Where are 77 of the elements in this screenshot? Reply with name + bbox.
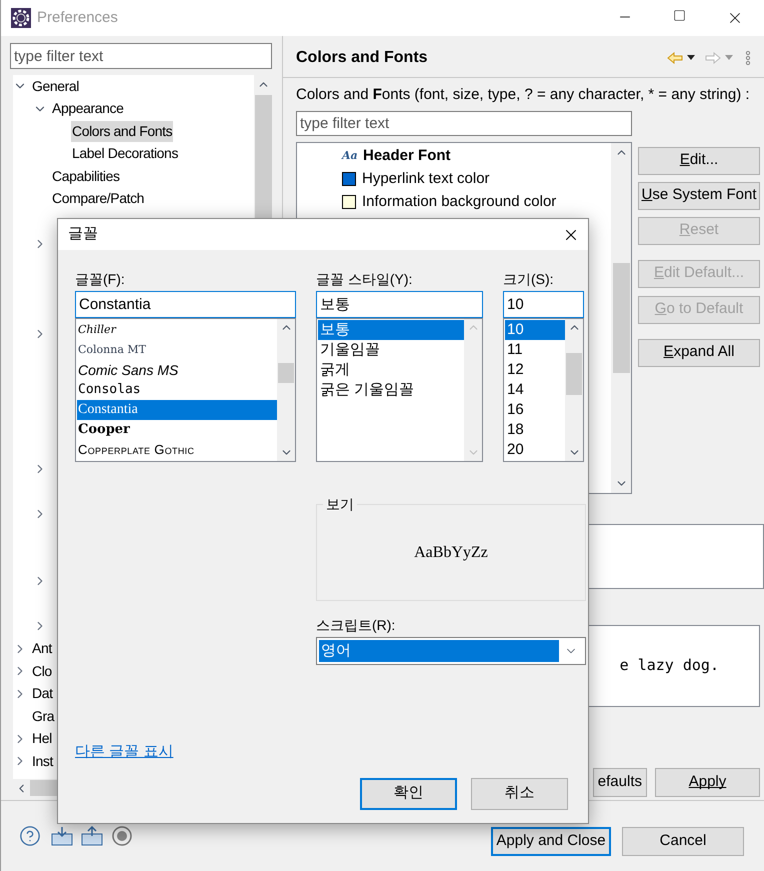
tree-item[interactable]: Compare/Patch [51,188,146,210]
ok-button[interactable]: 확인 [360,778,457,810]
font-list[interactable]: Chiller Colonna MT Comic Sans MS Consolas Constantia Cooper Copperplate Gothic [75,318,296,462]
preview-text: e lazy dog. [620,655,719,676]
size-list-item[interactable]: 11 [505,340,565,360]
size-list-item[interactable]: 12 [505,360,565,380]
tree-item[interactable]: Dat [31,683,54,704]
size-list-item[interactable]: 18 [505,420,565,440]
tree-item[interactable]: Capabilities [51,166,121,187]
apply-and-close-button[interactable]: Apply and Close [491,826,611,856]
help-icon[interactable] [19,825,41,847]
restore-defaults-button[interactable]: efaults [592,768,647,796]
font-list-item[interactable]: Comic Sans MS [77,360,277,380]
size-list-item[interactable]: 10 [505,320,565,340]
dropdown-caret-icon[interactable] [687,55,695,60]
more-fonts-link[interactable]: 다른 글꼴 표시 [75,741,174,764]
font-list-item[interactable]: Cooper [77,420,277,440]
field-label: 크기(S): [503,270,555,289]
dialog-button[interactable]: Expand All [638,338,760,366]
scrollbar[interactable] [611,142,631,492]
list-item[interactable]: Header Font [363,144,451,168]
scrollbar-thumb[interactable] [612,262,630,372]
style-list-item[interactable]: 보통 [318,320,464,340]
more-options-icon[interactable] [745,50,751,64]
filter-label: Colors and Fonts (font, size, type, ? = any character, * = any string) : [296,85,751,105]
record-icon[interactable] [111,825,133,847]
list-item[interactable]: Hyperlink text color [362,168,490,190]
page-title: Colors and Fonts [296,48,428,68]
font-style-list[interactable]: 보통 기울임꼴 굵게 굵은 기울임꼴 [316,318,483,462]
tree-item[interactable]: Inst [31,750,54,772]
maximize-icon[interactable] [673,9,686,22]
dialog-button[interactable]: Use System Font [638,182,760,210]
size-list-item[interactable]: 14 [505,380,565,400]
tree-item[interactable]: Hel [31,728,53,750]
font-list-item[interactable]: Consolas [77,380,277,400]
font-list-item[interactable]: Colonna MT [77,340,277,360]
font-list-item[interactable]: Chiller [77,320,277,340]
font-style-field[interactable]: 보통 [316,291,483,318]
size-list-item[interactable]: 20 [505,440,565,460]
dialog-title: 글꼴 [68,224,98,244]
field-label: 스크립트(R): [316,616,396,635]
apply-button[interactable]: Apply [655,768,760,796]
style-list-item[interactable]: 굵게 [318,360,464,380]
font-name-field[interactable]: Constantia [75,291,296,318]
font-icon: Aa [342,148,357,164]
font-sample-text: AaBbYyZz [414,542,488,562]
font-list-item[interactable]: Copperplate Gothic [77,440,277,460]
import-icon[interactable] [51,826,73,846]
app-gear-icon [10,7,32,29]
tree-item[interactable]: Gra [31,706,56,727]
filter-field[interactable]: type filter text [10,43,272,69]
font-size-field[interactable]: 10 [503,291,584,318]
dialog-button[interactable]: Edit... [638,146,760,174]
export-icon[interactable] [81,826,103,846]
style-list-item[interactable]: 굵은 기울임꼴 [318,380,464,400]
font-size-list[interactable]: 10 11 12 14 16 18 20 [503,318,584,462]
tree-item[interactable]: Ant [31,638,53,660]
field-label: 글꼴 스타일(Y): [316,270,414,289]
font-list-item[interactable]: Constantia [77,400,277,420]
style-list-item[interactable]: 기울임꼴 [318,340,464,360]
tree-item[interactable]: Colors and Fonts [71,120,174,142]
tree-item[interactable]: Clo [31,660,53,682]
cancel-button[interactable]: 취소 [471,778,568,810]
window-title: Preferences [37,8,118,28]
script-dropdown[interactable]: 영어 [316,637,586,665]
scrollbar-thumb[interactable] [278,363,294,383]
list-item[interactable]: Information background color [362,190,556,214]
scrollbar[interactable] [277,319,295,461]
size-list-item[interactable]: 16 [505,400,565,420]
tree-item[interactable]: Appearance [51,98,125,120]
scrollbar[interactable] [565,319,583,461]
filter-field[interactable]: type filter text [296,110,632,136]
tree-item[interactable]: General [31,76,80,97]
tree-item[interactable]: Label Decorations [71,143,180,164]
scrollbar-thumb[interactable] [566,353,582,395]
field-label: 글꼴(F): [75,270,126,289]
cancel-button[interactable]: Cancel [622,826,744,856]
